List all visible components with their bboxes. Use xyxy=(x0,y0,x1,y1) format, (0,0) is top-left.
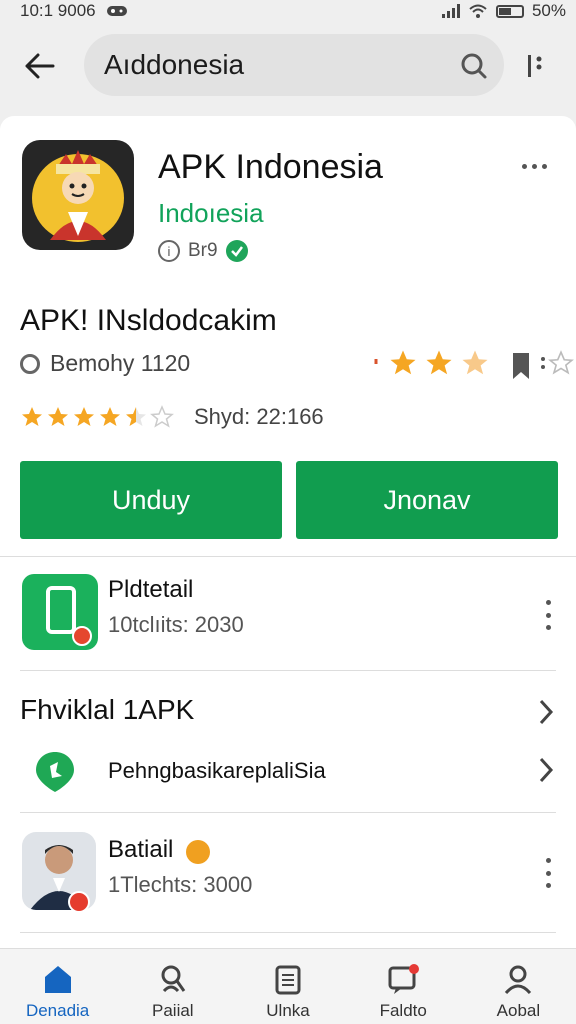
developer-link[interactable]: Indoıesia xyxy=(158,198,264,229)
star-icon xyxy=(48,407,68,426)
search-person-icon xyxy=(161,965,186,993)
list-item-title[interactable]: Batiail xyxy=(108,836,173,864)
quote-icon xyxy=(374,359,378,364)
screen: 10:1 9006 50% Aıddonesia APK Indonesia I… xyxy=(0,0,576,1024)
nav-item-calendar[interactable]: Ulnka xyxy=(230,949,345,1024)
bookmark-icon[interactable] xyxy=(512,352,530,380)
divider xyxy=(20,670,556,671)
search-icon[interactable] xyxy=(460,52,488,80)
more-vertical-icon xyxy=(528,55,542,77)
profile-icon xyxy=(505,965,532,995)
dot-icon xyxy=(532,163,537,169)
game-controller-icon xyxy=(106,6,127,16)
item-menu-button[interactable] xyxy=(540,600,556,630)
phone-app-icon xyxy=(22,574,98,650)
app-meta-row: i Br9 xyxy=(158,240,248,262)
list-item-title[interactable]: Pldtetail xyxy=(108,576,193,604)
divider xyxy=(20,932,556,933)
rating-row: Shyd: 22:166 xyxy=(20,404,324,430)
arrow-left-icon xyxy=(25,53,55,79)
verified-check-icon xyxy=(225,240,248,262)
clock-icon xyxy=(20,353,40,374)
star-outline-icon xyxy=(150,405,174,428)
nav-item-profile[interactable]: Aobal xyxy=(461,949,576,1024)
nav-label: Ulnka xyxy=(266,1001,310,1020)
nav-label: Paiial xyxy=(152,1001,194,1020)
divider xyxy=(0,556,576,557)
rating-stars xyxy=(20,405,174,429)
back-button[interactable] xyxy=(22,48,58,84)
bottom-navigation: Denadia Paiial Ulnka Faldto Aobal xyxy=(0,948,576,1024)
list-item-subtitle: 10tclıits: 2030 xyxy=(108,612,244,637)
app-icon xyxy=(22,140,134,250)
app-detail-card: APK Indonesia Indoıesia i Br9 APK! INsld… xyxy=(0,116,576,1024)
info-icon: i xyxy=(158,240,180,262)
dot-icon xyxy=(522,163,527,169)
nav-item-search-person[interactable]: Paiial xyxy=(115,949,230,1024)
battery-icon xyxy=(495,4,524,18)
rating-stars-small[interactable] xyxy=(374,348,490,378)
search-input[interactable] xyxy=(104,49,434,81)
location-label[interactable]: PehngbasikareplaliSia xyxy=(108,758,326,784)
app-title: APK Indonesia xyxy=(158,148,383,186)
status-time: 10:1 9006 xyxy=(20,1,96,20)
star-icon xyxy=(22,407,42,426)
battery-text: 50% xyxy=(531,1,566,20)
nav-label: Aobal xyxy=(496,1001,541,1020)
list-item-subtitle: 1Tlechts: 3000 xyxy=(108,872,253,897)
chevron-right-icon[interactable] xyxy=(536,756,556,784)
nav-label: Faldto xyxy=(379,1001,427,1020)
bemo-text: Bemohy 1120 xyxy=(50,350,191,376)
star-half-icon xyxy=(126,407,146,426)
details-heading: APK! INsldodcakim xyxy=(20,304,277,337)
search-box[interactable] xyxy=(84,34,504,96)
top-bar xyxy=(0,28,576,102)
app-mascot-icon xyxy=(32,150,124,242)
wifi-icon xyxy=(469,4,487,18)
item-menu-button[interactable] xyxy=(540,858,556,888)
status-bar: 10:1 9006 50% xyxy=(0,0,576,22)
chevron-right-icon[interactable] xyxy=(536,698,556,726)
secondary-action-button[interactable]: Jnonav xyxy=(296,461,558,539)
location-pin-icon xyxy=(36,752,74,792)
star-icon xyxy=(390,350,416,375)
star-icon xyxy=(426,350,452,375)
avatar-badge-icon xyxy=(68,891,90,913)
star-icon xyxy=(100,407,120,426)
section-heading: Fhviklal 1APK xyxy=(20,694,195,725)
star-icon xyxy=(462,350,488,375)
phone-icon xyxy=(46,586,92,646)
nav-item-home[interactable]: Denadia xyxy=(0,949,115,1024)
bemo-row: Bemohy 1120 xyxy=(20,350,190,377)
dot-icon xyxy=(542,163,547,169)
download-button[interactable]: Unduy xyxy=(20,461,282,539)
signal-icon xyxy=(441,4,460,18)
star-icon xyxy=(74,407,94,426)
more-rating-indicator xyxy=(540,350,574,376)
app-meta-text: Br9 xyxy=(188,240,218,261)
calendar-icon xyxy=(275,965,301,995)
nav-label: Denadia xyxy=(25,1001,90,1020)
nav-item-messages[interactable]: Faldto xyxy=(346,949,461,1024)
message-icon xyxy=(388,964,420,994)
rating-text: Shyd: 22:166 xyxy=(194,404,324,429)
app-overflow-button[interactable] xyxy=(522,156,556,176)
badge-icon xyxy=(186,840,210,864)
star-outline-icon xyxy=(548,350,574,375)
colon-icon xyxy=(541,357,545,369)
home-icon xyxy=(44,966,71,993)
more-options-button[interactable] xyxy=(520,48,550,84)
divider xyxy=(20,812,556,813)
